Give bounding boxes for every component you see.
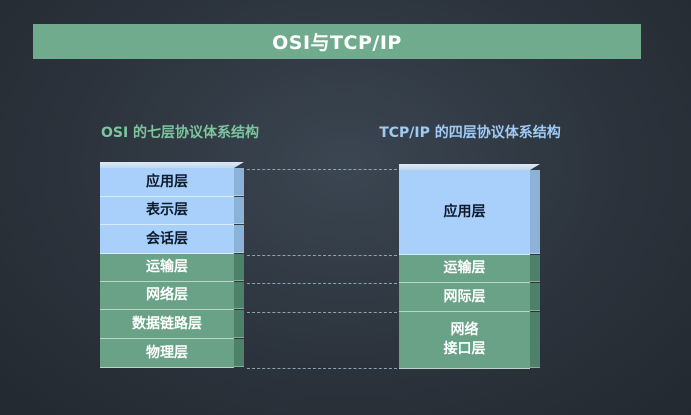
boundary-line-application-transport (247, 255, 397, 256)
osi-layer-presentation: 表示层 (100, 197, 244, 225)
boundary-line-top (247, 169, 397, 170)
osi-layer-stack: 应用层 表示层 会话层 运输层 网络层 数据链路层 物理层 (100, 168, 244, 368)
tcpip-layer-transport: 运输层 (399, 255, 540, 283)
tcpip-layer-stack: 应用层 运输层 网际层 网络 接口层 (399, 170, 540, 369)
boundary-line-bottom (247, 368, 397, 369)
osi-layer-data-link: 数据链路层 (100, 310, 244, 339)
osi-layer-transport: 运输层 (100, 254, 244, 282)
boundary-line-network-link (247, 312, 397, 313)
osi-layer-session: 会话层 (100, 225, 244, 254)
osi-model-heading: OSI 的七层协议体系结构 (100, 125, 260, 141)
tcpip-model-heading: TCP/IP 的四层协议体系结构 (379, 125, 561, 141)
boundary-line-transport-network (247, 283, 397, 284)
tcpip-layer-internet: 网际层 (399, 283, 540, 312)
osi-layer-application: 应用层 (100, 168, 244, 197)
page-title: OSI与TCP/IP (33, 24, 641, 59)
tcpip-layer-network-interface: 网络 接口层 (399, 312, 540, 369)
tcpip-layer-application: 应用层 (399, 170, 540, 255)
osi-layer-network: 网络层 (100, 282, 244, 310)
osi-layer-physical: 物理层 (100, 339, 244, 368)
